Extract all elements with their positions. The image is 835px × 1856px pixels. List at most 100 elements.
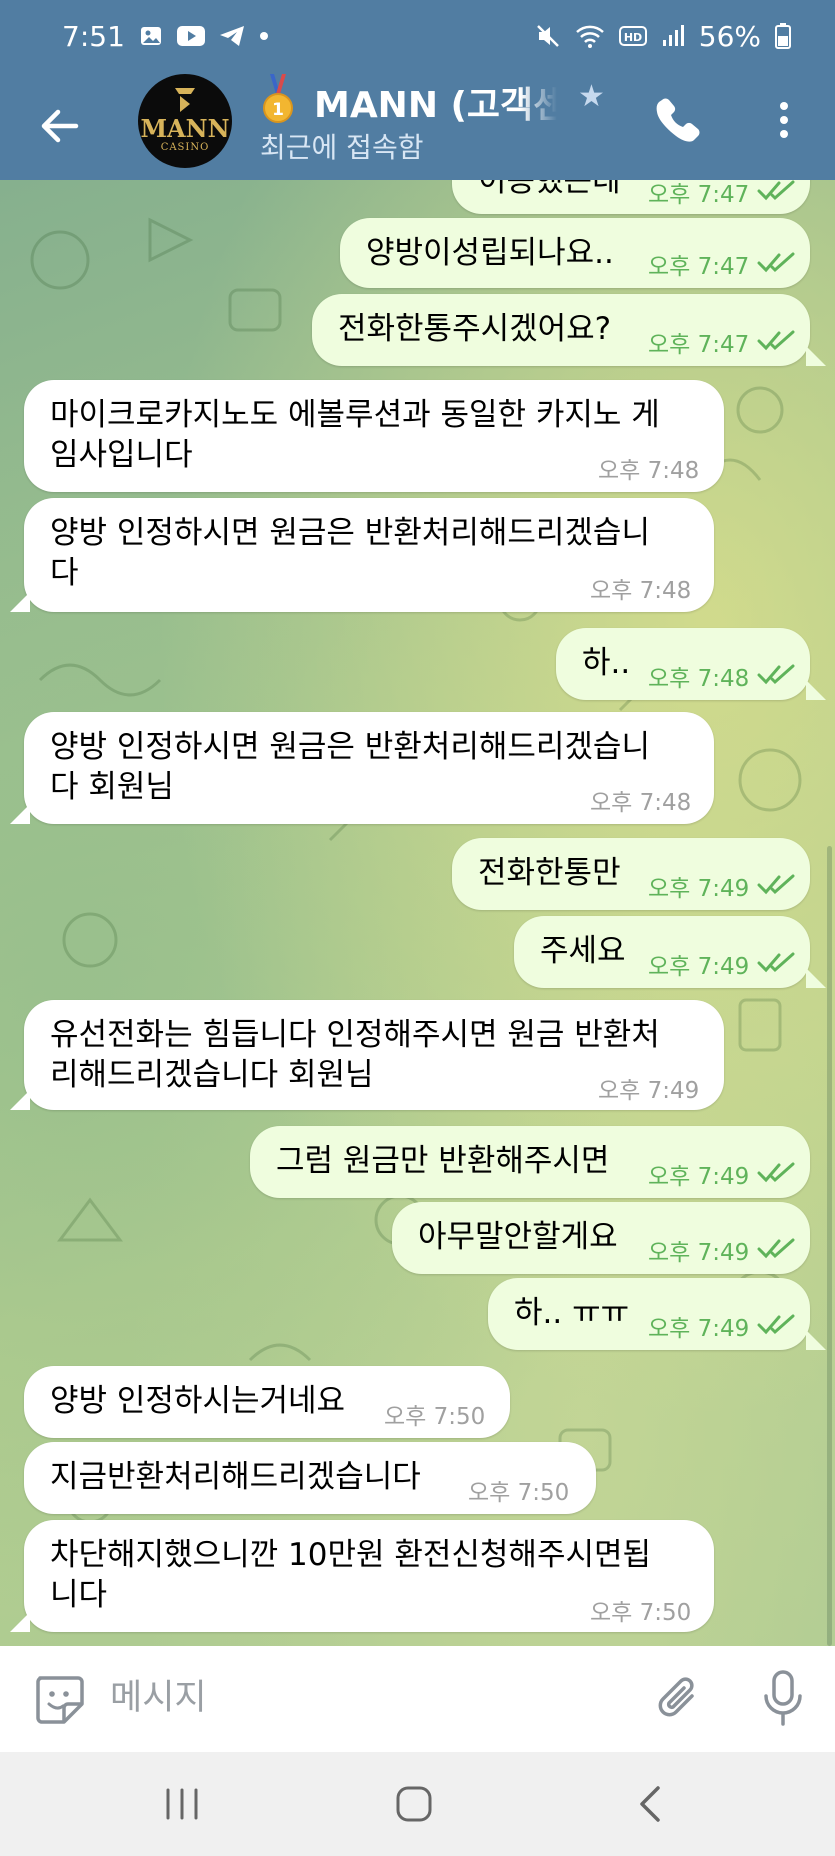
casino-logo-mark xyxy=(175,88,195,112)
avatar-name: MANN xyxy=(140,114,230,143)
read-checkmarks-icon xyxy=(757,874,795,895)
message-bubble-incoming[interactable]: 마이크로카지노도 에볼루션과 동일한 카지노 게 임사입니다 오후 7:48 xyxy=(24,380,724,492)
read-checkmarks-icon xyxy=(757,1238,795,1259)
message-time: 오후 7:47 xyxy=(648,254,750,280)
message-time: 오후 7:50 xyxy=(468,1480,570,1506)
hd-icon: HD xyxy=(618,26,647,46)
youtube-icon xyxy=(176,26,205,46)
message-text-line2: 다 xyxy=(50,555,79,591)
read-checkmarks-icon xyxy=(757,952,795,973)
phone-call-icon[interactable] xyxy=(652,94,704,146)
scrollbar-thumb[interactable] xyxy=(827,846,832,1646)
avatar-subtext: CASINO xyxy=(160,142,210,153)
message-bubble-outgoing[interactable]: 그럼 원금만 반환해주시면 오후 7:49 xyxy=(250,1126,810,1198)
home-icon[interactable] xyxy=(392,1782,436,1826)
message-time: 오후 7:49 xyxy=(648,876,750,902)
message-bubble-outgoing[interactable]: 이용했는데 오후 7:47 xyxy=(452,180,810,214)
message-bubble-incoming[interactable]: 양방 인정하시면 원금은 반환처리해드리겠습니 다 회원님 오후 7:48 xyxy=(24,712,714,824)
read-checkmarks-icon xyxy=(757,664,795,685)
message-time: 오후 7:50 xyxy=(384,1404,486,1430)
system-nav-bar xyxy=(0,1752,835,1856)
message-text: 하.. xyxy=(582,645,631,681)
message-time: 오후 7:48 xyxy=(648,666,750,692)
svg-text:1: 1 xyxy=(272,100,284,120)
message-time: 오후 7:49 xyxy=(648,1240,750,1266)
message-time: 오후 7:49 xyxy=(598,1078,700,1104)
read-checkmarks-icon xyxy=(757,180,795,201)
message-bubble-outgoing[interactable]: 하.. 오후 7:48 xyxy=(556,628,810,700)
message-text: 아무말안할게요 xyxy=(418,1219,618,1255)
message-bubble-incoming[interactable]: 양방 인정하시면 원금은 반환처리해드리겠습니 다 오후 7:48 xyxy=(24,498,714,612)
status-left: 7:51 xyxy=(62,20,269,53)
message-bubble-outgoing[interactable]: 전화한통주시겠어요? 오후 7:47 xyxy=(312,294,810,366)
message-bubble-outgoing[interactable]: 주세요 오후 7:49 xyxy=(514,916,810,988)
back-arrow-icon[interactable] xyxy=(34,100,86,152)
message-time: 오후 7:50 xyxy=(590,1600,692,1626)
message-text: 하.. ㅠㅠ xyxy=(514,1295,630,1331)
message-bubble-incoming[interactable]: 양방 인정하시는거네요 오후 7:50 xyxy=(24,1366,510,1438)
read-checkmarks-icon xyxy=(757,1314,795,1335)
message-bubble-incoming[interactable]: 유선전화는 힘듭니다 인정해주시면 원금 반환처 리해드리겠습니다 회원님 오후… xyxy=(24,1000,724,1110)
star-icon: ★ xyxy=(578,79,605,114)
message-text-line1: 차단해지했으니깐 10만원 환전신청해주시면됩 xyxy=(50,1537,652,1573)
message-text: 전화한통만 xyxy=(478,855,621,891)
message-text: 그럼 원금만 반환해주시면 xyxy=(276,1143,610,1179)
message-bubble-outgoing[interactable]: 양방이성립되나요.. 오후 7:47 xyxy=(340,218,810,288)
message-text: 이용했는데 xyxy=(478,180,621,199)
message-text-line2: 리해드리겠습니다 회원님 xyxy=(50,1057,374,1093)
chat-area[interactable]: 이용했는데 오후 7:47 양방이성립되나요.. 오후 7:47 전화한통주시겠… xyxy=(0,180,835,1646)
message-text-line1: 양방 인정하시면 원금은 반환처리해드리겠습니 xyxy=(50,729,650,765)
chat-header: MANN CASINO 1 MANN (고객센 ★ 최근에 접속함 xyxy=(0,72,835,180)
paperclip-icon[interactable] xyxy=(652,1672,706,1726)
more-menu-icon[interactable] xyxy=(770,94,798,146)
message-bubble-incoming[interactable]: 지금반환처리해드리겠습니다 오후 7:50 xyxy=(24,1442,596,1514)
message-text-line1: 마이크로카지노도 에볼루션과 동일한 카지노 게 xyxy=(50,397,660,433)
microphone-icon[interactable] xyxy=(756,1668,810,1728)
read-checkmarks-icon xyxy=(757,1162,795,1183)
message-text: 양방 인정하시는거네요 xyxy=(50,1383,346,1419)
message-input[interactable] xyxy=(110,1670,510,1726)
svg-text:HD: HD xyxy=(624,31,642,44)
message-text-line1: 유선전화는 힘듭니다 인정해주시면 원금 반환처 xyxy=(50,1017,660,1053)
message-time: 오후 7:48 xyxy=(590,790,692,816)
message-text: 지금반환처리해드리겠습니다 xyxy=(50,1459,421,1495)
message-time: 오후 7:47 xyxy=(648,332,750,358)
mute-icon xyxy=(536,25,559,47)
message-time: 오후 7:49 xyxy=(648,954,750,980)
message-time: 오후 7:47 xyxy=(648,182,750,208)
status-right: HD 56% xyxy=(535,20,791,53)
status-bar: 7:51 HD 56% xyxy=(0,0,835,72)
read-checkmarks-icon xyxy=(757,252,795,273)
status-time: 7:51 xyxy=(62,19,125,53)
nav-back-icon[interactable] xyxy=(630,1782,674,1826)
message-text: 양방이성립되나요.. xyxy=(366,235,614,271)
message-text-line2: 임사입니다 xyxy=(50,437,193,473)
message-composer xyxy=(0,1646,835,1752)
recents-icon[interactable] xyxy=(160,1782,204,1826)
message-text-line2: 니다 xyxy=(50,1577,108,1613)
telegram-icon xyxy=(219,26,244,46)
message-bubble-outgoing[interactable]: 하.. ㅠㅠ 오후 7:49 xyxy=(488,1278,810,1350)
dot-icon xyxy=(259,32,268,40)
message-text-line1: 양방 인정하시면 원금은 반환처리해드리겠습니 xyxy=(50,515,650,551)
message-bubble-outgoing[interactable]: 전화한통만 오후 7:49 xyxy=(452,838,810,910)
read-checkmarks-icon xyxy=(757,330,795,351)
message-text: 주세요 xyxy=(540,933,626,969)
signal-icon xyxy=(662,25,684,46)
battery-icon xyxy=(775,23,791,49)
avatar[interactable]: MANN CASINO xyxy=(138,74,232,168)
message-text-line2: 다 회원님 xyxy=(50,769,174,805)
message-time: 오후 7:48 xyxy=(590,578,692,604)
title-fade xyxy=(520,78,566,122)
message-bubble-incoming[interactable]: 차단해지했으니깐 10만원 환전신청해주시면됩 니다 오후 7:50 xyxy=(24,1520,714,1632)
message-bubble-outgoing[interactable]: 아무말안할게요 오후 7:49 xyxy=(392,1202,810,1274)
sticker-icon[interactable] xyxy=(32,1672,86,1726)
message-text: 전화한통주시겠어요? xyxy=(338,311,612,347)
message-time: 오후 7:49 xyxy=(648,1316,750,1342)
wifi-icon xyxy=(575,25,604,48)
battery-percent: 56% xyxy=(698,19,761,53)
gallery-icon xyxy=(140,27,161,45)
medal-icon: 1 xyxy=(263,74,293,123)
message-time: 오후 7:48 xyxy=(598,458,700,484)
chat-subtitle: 최근에 접속함 xyxy=(260,131,424,164)
